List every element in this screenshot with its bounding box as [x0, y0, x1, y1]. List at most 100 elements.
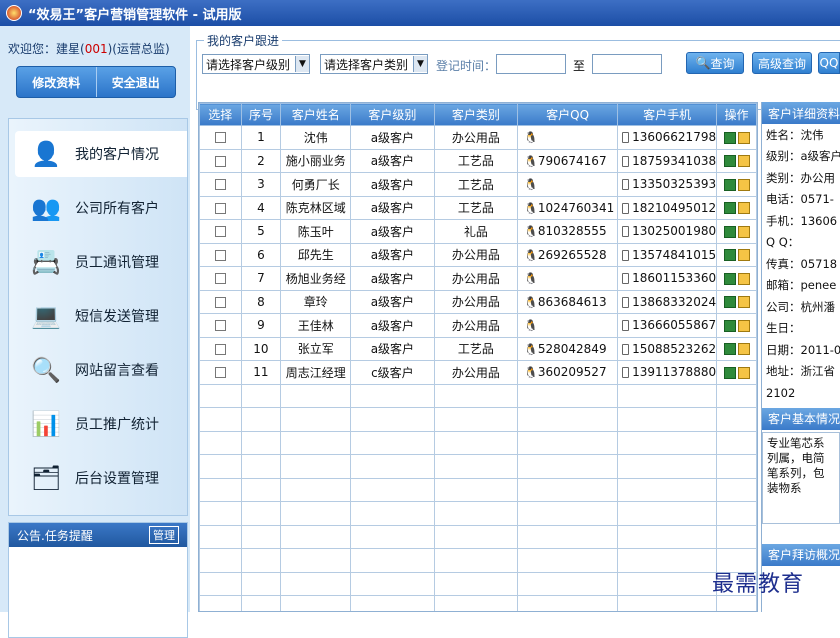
edit-icon[interactable]: [737, 178, 750, 191]
edit-icon[interactable]: [737, 296, 750, 309]
qq-penguin-icon[interactable]: 🐧: [524, 178, 538, 191]
sidebar-item-my-customers[interactable]: 👤 我的客户情况: [15, 131, 187, 177]
row-name[interactable]: 邱先生: [280, 242, 352, 267]
view-detail-icon[interactable]: [723, 272, 736, 285]
row-name[interactable]: 杨旭业务经: [280, 266, 352, 291]
edit-icon[interactable]: [737, 131, 750, 144]
row-select-checkbox[interactable]: [199, 289, 242, 314]
table-row[interactable]: 2 施小丽业务 a级客户 工艺品 🐧790674167 18759341038: [199, 148, 757, 173]
edit-icon[interactable]: [737, 343, 750, 356]
edit-icon[interactable]: [737, 202, 750, 215]
row-name[interactable]: 王佳林: [280, 313, 352, 338]
row-select-checkbox[interactable]: [199, 313, 242, 338]
query-button[interactable]: 🔍 查询: [686, 52, 744, 74]
sidebar-item-admin-settings[interactable]: 🗂 后台设置管理: [15, 455, 187, 501]
view-detail-icon[interactable]: [723, 202, 736, 215]
date-to-input[interactable]: [592, 54, 662, 74]
view-detail-icon[interactable]: [723, 319, 736, 332]
table-row[interactable]: 3 何勇厂长 a级客户 工艺品 🐧 13350325393: [199, 172, 757, 197]
edit-profile-button[interactable]: 修改资料: [17, 67, 96, 97]
edit-icon[interactable]: [737, 319, 750, 332]
qq-penguin-icon[interactable]: 🐧: [524, 272, 538, 285]
qq-penguin-icon[interactable]: 🐧: [524, 131, 538, 144]
row-name[interactable]: 沈伟: [280, 125, 352, 150]
edit-icon[interactable]: [737, 155, 750, 168]
sidebar-item-promo-stats[interactable]: 📊 员工推广统计: [15, 401, 187, 447]
checkbox[interactable]: [214, 273, 226, 285]
qq-penguin-icon[interactable]: 🐧: [524, 202, 538, 215]
checkbox[interactable]: [214, 296, 226, 308]
customer-level-select[interactable]: 请选择客户级别 ▼: [202, 54, 310, 74]
row-select-checkbox[interactable]: [199, 266, 242, 291]
qq-penguin-icon[interactable]: 🐧: [524, 366, 538, 379]
customer-type-select[interactable]: 请选择客户类别 ▼: [320, 54, 428, 74]
view-detail-icon[interactable]: [723, 249, 736, 262]
notice-manage-button[interactable]: 管理: [149, 526, 179, 544]
table-row[interactable]: 11 周志江经理 c级客户 办公用品 🐧360209527 13911378880: [199, 360, 757, 385]
sidebar-item-staff-contacts[interactable]: 📇 员工通讯管理: [15, 239, 187, 285]
row-name[interactable]: 周志江经理: [280, 360, 352, 385]
row-actions: [716, 289, 757, 314]
row-name[interactable]: 施小丽业务: [280, 148, 352, 173]
row-name[interactable]: 张立军: [280, 336, 352, 361]
row-select-checkbox[interactable]: [199, 360, 242, 385]
view-detail-icon[interactable]: [723, 225, 736, 238]
sidebar-item-sms[interactable]: 💻 短信发送管理: [15, 293, 187, 339]
row-type: 工艺品: [433, 195, 519, 220]
row-name[interactable]: 陈玉叶: [280, 219, 352, 244]
edit-icon[interactable]: [737, 272, 750, 285]
checkbox[interactable]: [214, 132, 226, 144]
table-row: [199, 595, 757, 611]
view-detail-icon[interactable]: [723, 366, 736, 379]
qq-penguin-icon[interactable]: 🐧: [524, 296, 538, 309]
row-select-checkbox[interactable]: [199, 195, 242, 220]
view-detail-icon[interactable]: [723, 178, 736, 191]
view-detail-icon[interactable]: [723, 155, 736, 168]
view-detail-icon[interactable]: [723, 296, 736, 309]
row-name[interactable]: 陈克林区域: [280, 195, 352, 220]
checkbox[interactable]: [214, 202, 226, 214]
table-row[interactable]: 1 沈伟 a级客户 办公用品 🐧 13606621798: [199, 125, 757, 150]
row-name[interactable]: 何勇厂长: [280, 172, 352, 197]
empty-cell: [240, 524, 282, 549]
table-row[interactable]: 4 陈克林区域 a级客户 工艺品 🐧1024760341 18210495012: [199, 195, 757, 220]
table-row[interactable]: 7 杨旭业务经 a级客户 办公用品 🐧 18601153360: [199, 266, 757, 291]
checkbox[interactable]: [214, 155, 226, 167]
checkbox[interactable]: [214, 343, 226, 355]
checkbox[interactable]: [214, 320, 226, 332]
advanced-query-button[interactable]: 高级查询: [752, 52, 812, 74]
view-detail-icon[interactable]: [723, 131, 736, 144]
checkbox[interactable]: [214, 367, 226, 379]
checkbox[interactable]: [214, 179, 226, 191]
sidebar-item-all-customers[interactable]: 👥 公司所有客户: [15, 185, 187, 231]
date-from-input[interactable]: [496, 54, 566, 74]
edit-icon[interactable]: [737, 366, 750, 379]
row-select-checkbox[interactable]: [199, 242, 242, 267]
qq-penguin-icon[interactable]: 🐧: [524, 155, 538, 168]
row-name[interactable]: 章玲: [280, 289, 352, 314]
qq-penguin-icon[interactable]: 🐧: [524, 319, 538, 332]
logout-button[interactable]: 安全退出: [95, 67, 176, 97]
view-detail-icon[interactable]: [723, 343, 736, 356]
qq-penguin-icon[interactable]: 🐧: [524, 249, 538, 262]
row-select-checkbox[interactable]: [199, 148, 242, 173]
row-select-checkbox[interactable]: [199, 219, 242, 244]
qq-penguin-icon[interactable]: 🐧: [524, 225, 538, 238]
table-row[interactable]: 8 章玲 a级客户 办公用品 🐧863684613 13868332024: [199, 289, 757, 314]
row-select-checkbox[interactable]: [199, 336, 242, 361]
table-row[interactable]: 9 王佳林 a级客户 办公用品 🐧 13666055867: [199, 313, 757, 338]
edit-icon[interactable]: [737, 225, 750, 238]
table-row[interactable]: 5 陈玉叶 a级客户 礼品 🐧810328555 13025001980: [199, 219, 757, 244]
row-select-checkbox[interactable]: [199, 172, 242, 197]
table-row[interactable]: 10 张立军 a级客户 工艺品 🐧528042849 15088523262: [199, 336, 757, 361]
qq-penguin-icon[interactable]: 🐧: [524, 343, 538, 356]
qq-query-button[interactable]: QQ: [818, 52, 840, 74]
table-row[interactable]: 6 邱先生 a级客户 办公用品 🐧269265528 13574841015: [199, 242, 757, 267]
detail-title: 客户详细资料: [762, 102, 840, 124]
row-select-checkbox[interactable]: [199, 125, 242, 150]
checkbox[interactable]: [214, 226, 226, 238]
checkbox[interactable]: [214, 249, 226, 261]
edit-icon[interactable]: [737, 249, 750, 262]
empty-cell: [617, 477, 718, 502]
sidebar-item-web-messages[interactable]: 🔍 网站留言查看: [15, 347, 187, 393]
